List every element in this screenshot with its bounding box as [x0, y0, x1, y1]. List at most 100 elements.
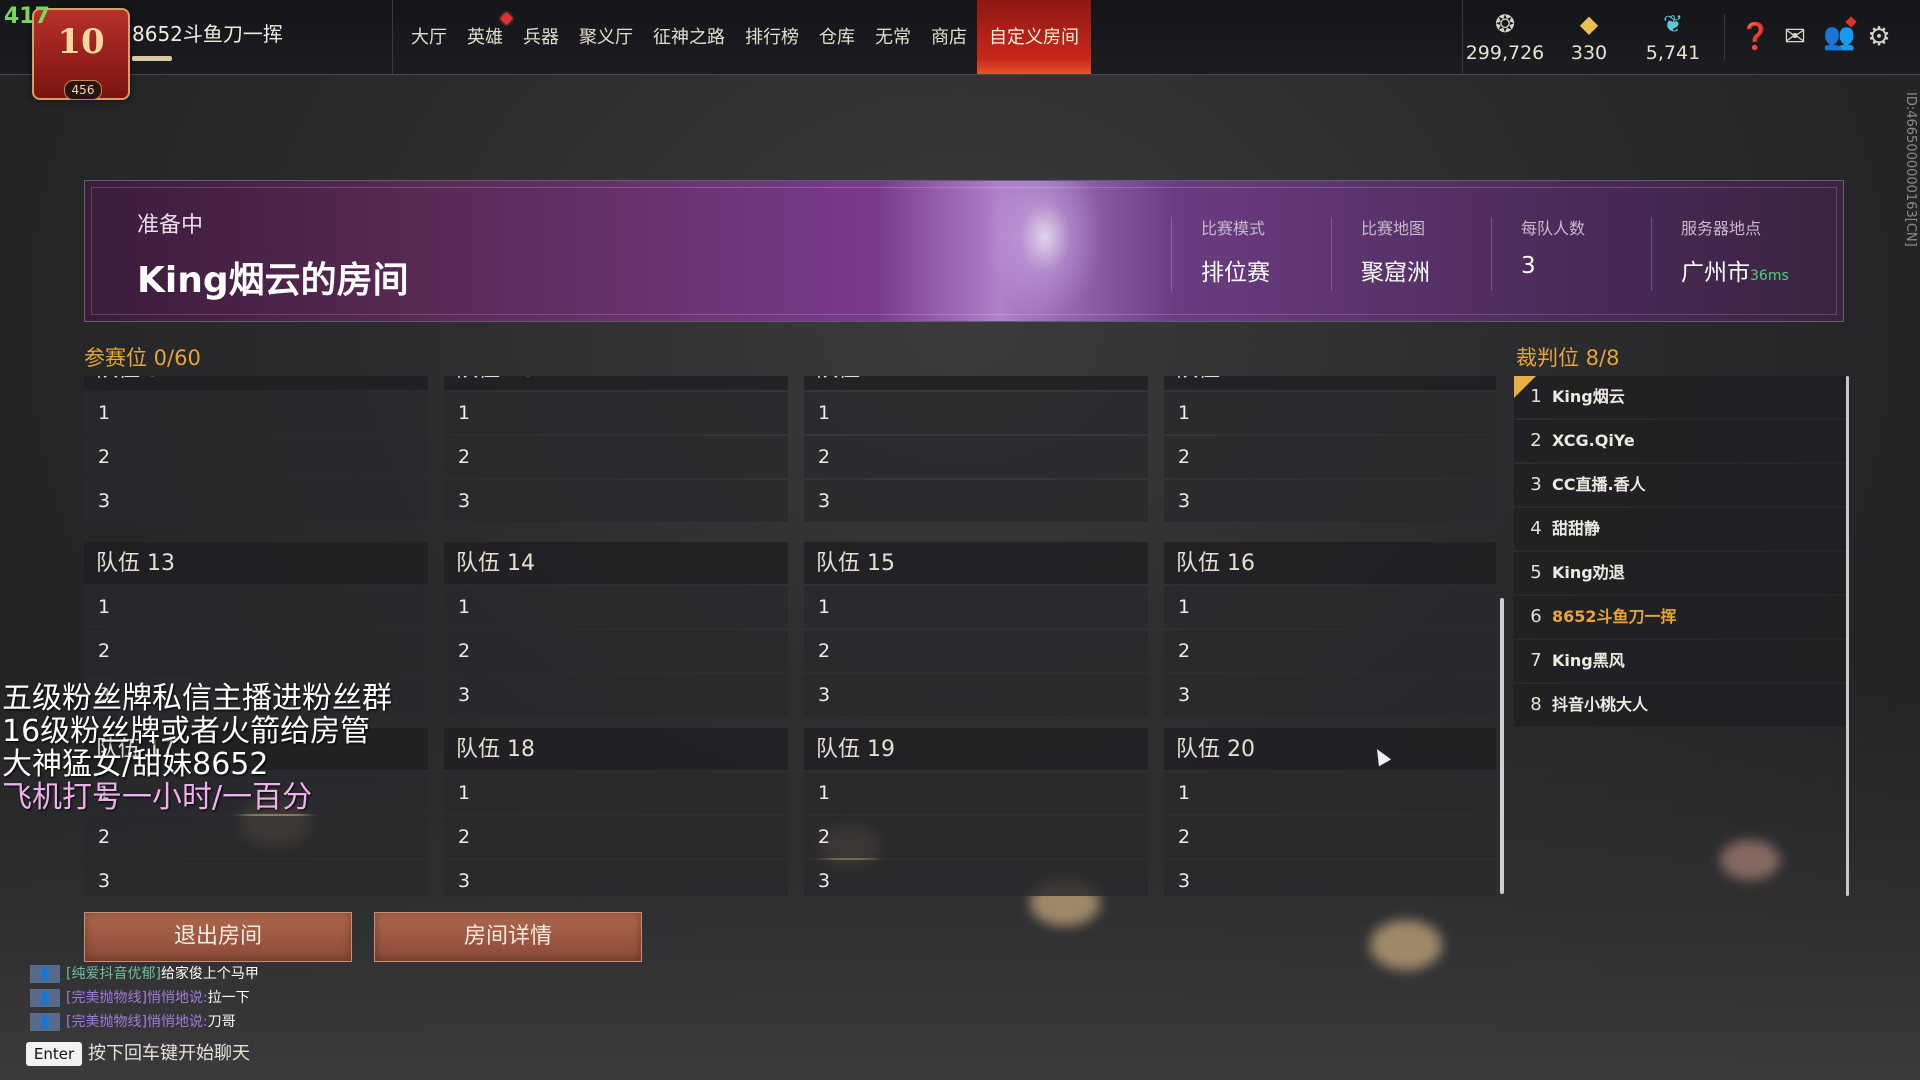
team-slot[interactable]: 3 — [1164, 674, 1496, 716]
team-slot[interactable]: 3 — [444, 674, 788, 716]
team-slot[interactable]: 1 — [1164, 772, 1496, 814]
nav-tab-8[interactable]: 商店 — [921, 0, 977, 74]
team-slot[interactable]: 2 — [804, 630, 1148, 672]
team-slot[interactable]: 1 — [444, 772, 788, 814]
judge-slot[interactable]: 5 King劝退 — [1514, 552, 1846, 594]
chat-message: 👤 [完美抛物线]悄悄地说: 拉一下 — [30, 986, 259, 1010]
currency-0: ❂ 299,726 — [1463, 0, 1547, 74]
server-city: 广州市 — [1681, 260, 1750, 286]
player-name: 8652斗鱼刀一挥 — [132, 22, 283, 46]
team-name: 队伍 12 — [1164, 376, 1496, 390]
team-slot[interactable]: 1 — [1164, 586, 1496, 628]
team-name: 队伍 20 — [1164, 728, 1496, 770]
nav-tab-label: 征神之路 — [653, 27, 725, 48]
currency-value: 299,726 — [1465, 42, 1545, 64]
currency-value: 5,741 — [1645, 42, 1701, 64]
judge-name: King黑风 — [1552, 651, 1625, 670]
judge-slot[interactable]: 1 King烟云 — [1514, 376, 1846, 418]
team-slot[interactable]: 2 — [444, 630, 788, 672]
team-slot[interactable]: 2 — [1164, 630, 1496, 672]
team-slot[interactable]: 1 — [1164, 392, 1496, 434]
user-avatar-icon: 👤 — [30, 965, 60, 983]
team-name: 队伍 15 — [804, 542, 1148, 584]
nav-tab-label: 无常 — [875, 27, 911, 48]
chat-text: 拉一下 — [207, 990, 250, 1006]
team-slot[interactable]: 2 — [444, 436, 788, 478]
chat-channel: [纯爱抖音优郁] — [66, 966, 161, 982]
nav-tab-3[interactable]: 聚义厅 — [569, 0, 643, 74]
judge-list-scrollbar[interactable] — [1846, 376, 1849, 896]
chat-hint[interactable]: 按下回车键开始聊天 — [88, 1042, 250, 1066]
notification-dot — [1845, 16, 1857, 28]
team-slot[interactable]: 1 — [804, 586, 1148, 628]
nav-tab-5[interactable]: 排行榜 — [735, 0, 809, 74]
judge-name: XCG.QiYe — [1552, 431, 1635, 450]
team-slot[interactable]: 1 — [84, 392, 428, 434]
judge-name: CC直播.香人 — [1552, 475, 1646, 494]
team-slot[interactable]: 2 — [804, 816, 1148, 858]
judge-index: 6 — [1530, 606, 1542, 627]
team-slot[interactable]: 3 — [804, 480, 1148, 522]
judge-slot[interactable]: 8 抖音小桃大人 — [1514, 684, 1846, 726]
chat-channel: [完美抛物线]悄悄地说: — [66, 1014, 208, 1030]
match-map: 比赛地图 聚窟洲 — [1361, 215, 1511, 287]
team-slot[interactable]: 1 — [444, 392, 788, 434]
nav-tab-4[interactable]: 征神之路 — [643, 0, 735, 74]
team-slot[interactable]: 2 — [84, 436, 428, 478]
nav-tab-1[interactable]: 英雄 — [457, 0, 513, 74]
nav-tab-label: 英雄 — [467, 27, 503, 48]
currency-2: ❦ 5,741 — [1631, 0, 1715, 74]
judge-slot[interactable]: 7 King黑风 — [1514, 640, 1846, 682]
team-grid: 队伍 9123队伍 10123队伍 11123队伍 12123队伍 13123队… — [84, 376, 1496, 896]
team-slot[interactable]: 2 — [84, 816, 428, 858]
team-slot[interactable]: 1 — [804, 772, 1148, 814]
judge-slot[interactable]: 2 XCG.QiYe — [1514, 420, 1846, 462]
friends-icon[interactable]: 👥 — [1823, 16, 1857, 52]
leave-room-button[interactable]: 退出房间 — [84, 912, 352, 962]
team-slot[interactable]: 3 — [1164, 480, 1496, 522]
team-slot[interactable]: 3 — [84, 480, 428, 522]
team-slot[interactable]: 3 — [84, 860, 428, 896]
team-slot[interactable]: 3 — [804, 860, 1148, 896]
settings-gear-icon[interactable]: ⚙ — [1865, 22, 1893, 52]
team-slot[interactable]: 3 — [804, 674, 1148, 716]
feather-icon: ❦ — [1662, 10, 1684, 38]
team-slot[interactable]: 2 — [444, 816, 788, 858]
match-mode-label: 比赛模式 — [1201, 219, 1266, 238]
nav-tab-6[interactable]: 仓库 — [809, 0, 865, 74]
divider — [1171, 217, 1172, 291]
judge-slot[interactable]: 4 甜甜静 — [1514, 508, 1846, 550]
team-slot[interactable]: 1 — [444, 586, 788, 628]
mail-icon[interactable]: ✉ — [1781, 22, 1809, 52]
nav-tab-9[interactable]: 自定义房间 — [977, 0, 1091, 74]
team-slot[interactable]: 3 — [444, 480, 788, 522]
nav-tab-0[interactable]: 大厅 — [401, 0, 457, 74]
chat-text: 刀哥 — [207, 1014, 236, 1030]
user-avatar-icon: 👤 — [30, 1013, 60, 1031]
team-slot[interactable]: 2 — [84, 630, 428, 672]
team-slot[interactable]: 2 — [804, 436, 1148, 478]
team-name: 队伍 13 — [84, 542, 428, 584]
judge-slot[interactable]: 3 CC直播.香人 — [1514, 464, 1846, 506]
team-grid-scrollbar[interactable] — [1500, 598, 1504, 894]
team-name: 队伍 16 — [1164, 542, 1496, 584]
divider — [1651, 217, 1652, 291]
nav-tab-7[interactable]: 无常 — [865, 0, 921, 74]
judge-slot[interactable]: 6 8652斗鱼刀一挥 — [1514, 596, 1846, 638]
room-details-button[interactable]: 房间详情 — [374, 912, 642, 962]
team-slot[interactable]: 1 — [804, 392, 1148, 434]
team-slot[interactable]: 1 — [84, 586, 428, 628]
match-mode: 比赛模式 排位赛 — [1201, 215, 1351, 287]
team-card: 队伍 14 1 2 3 — [444, 542, 788, 716]
team-slot[interactable]: 2 — [1164, 436, 1496, 478]
team-name: 队伍 19 — [804, 728, 1148, 770]
team-slot[interactable]: 3 — [1164, 860, 1496, 896]
overlay-line: 五级粉丝牌私信主播进粉丝群 — [2, 681, 392, 716]
team-slot[interactable]: 2 — [1164, 816, 1496, 858]
nav-tab-2[interactable]: 兵器 — [513, 0, 569, 74]
help-icon[interactable]: ❓ — [1739, 22, 1771, 52]
team-slot[interactable]: 3 — [444, 860, 788, 896]
nav-tab-label: 仓库 — [819, 27, 855, 48]
overlay-line: 飞机打号一小时/一百分 — [2, 780, 313, 815]
chat-channel: [完美抛物线]悄悄地说: — [66, 990, 208, 1006]
